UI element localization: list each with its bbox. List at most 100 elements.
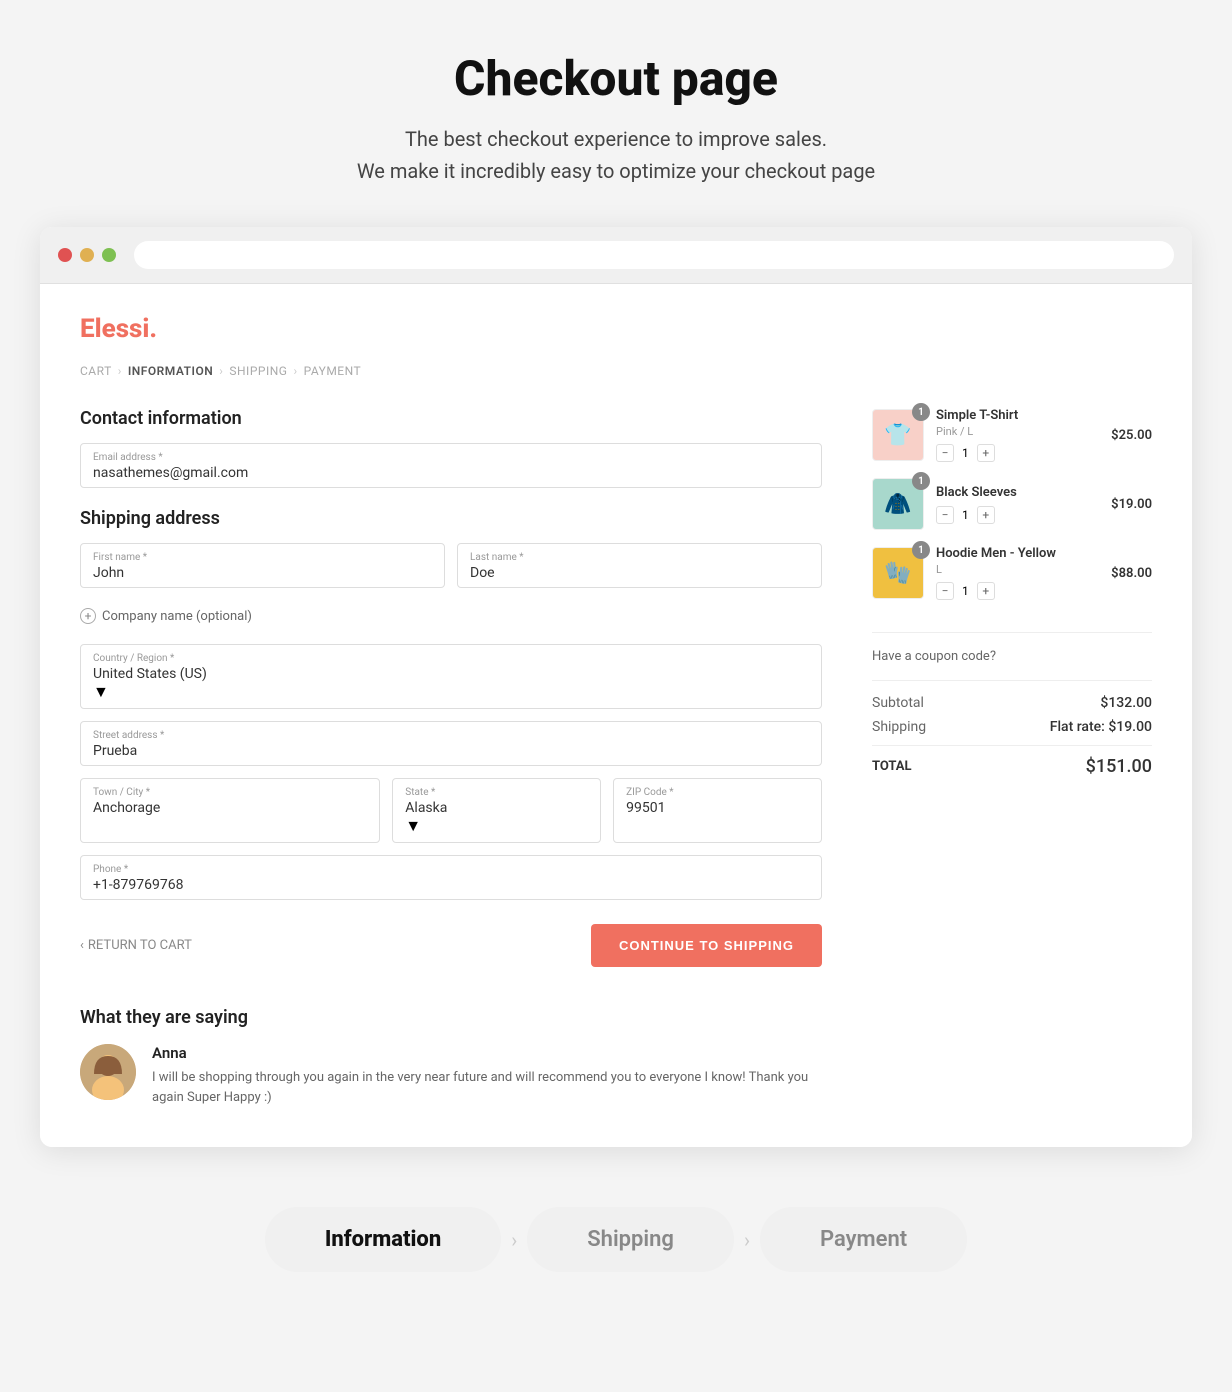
zip-wrapper[interactable]: ZIP Code * 99501 — [613, 778, 822, 843]
bottom-tabs: Information › Shipping › Payment — [40, 1187, 1192, 1292]
email-group: Email address * nasathemes@gmail.com — [80, 443, 822, 488]
grand-total-value: $151.00 — [1086, 756, 1152, 777]
zip-label: ZIP Code * — [626, 787, 809, 798]
breadcrumb-payment[interactable]: PAYMENT — [304, 364, 362, 378]
email-label: Email address * — [93, 452, 809, 463]
shipping-row: Shipping Flat rate: $19.00 — [872, 719, 1152, 735]
item-name-3: Hoodie Men - Yellow — [936, 546, 1099, 561]
subtotal-value: $132.00 — [1100, 695, 1152, 711]
state-arrow-icon: ▼ — [405, 816, 421, 835]
checkout-content: Elessi. CART › INFORMATION › SHIPPING › … — [40, 284, 1192, 1147]
avatar — [80, 1044, 136, 1100]
country-value[interactable]: United States (US) — [93, 666, 809, 682]
last-name-wrapper[interactable]: Last name * Doe — [457, 543, 822, 588]
item-details-2: Black Sleeves − 1 + — [936, 485, 1099, 524]
page-wrapper: Checkout page The best checkout experien… — [0, 0, 1232, 1332]
qty-value-1: 1 — [962, 446, 969, 460]
country-label: Country / Region * — [93, 653, 809, 664]
phone-group: Phone * +1-879769768 — [80, 855, 822, 900]
item-qty-ctrl-3: − 1 + — [936, 582, 1099, 600]
tab-information-label: Information — [325, 1227, 441, 1252]
phone-value[interactable]: +1-879769768 — [93, 877, 809, 893]
order-items: 👕 1 Simple T-Shirt Pink / L − 1 + — [872, 408, 1152, 633]
name-row: First name * John Last name * Doe — [80, 543, 822, 588]
country-arrow-icon: ▼ — [93, 682, 109, 701]
order-item-2: 🧥 1 Black Sleeves − 1 + — [872, 478, 1152, 530]
tab-payment[interactable]: Payment — [760, 1207, 967, 1272]
tab-information[interactable]: Information — [265, 1207, 501, 1272]
testimonial-title: What they are saying — [80, 1007, 822, 1028]
left-panel: Contact information Email address * nasa… — [80, 408, 822, 1107]
state-label: State * — [405, 787, 588, 798]
state-wrapper[interactable]: State * Alaska ▼ — [392, 778, 601, 843]
subtotal-row: Subtotal $132.00 — [872, 695, 1152, 711]
dot-yellow[interactable] — [80, 248, 94, 262]
country-wrapper[interactable]: Country / Region * United States (US) ▼ — [80, 644, 822, 709]
item-badge-1: 1 — [912, 403, 930, 421]
store-dot: . — [149, 314, 157, 344]
email-value[interactable]: nasathemes@gmail.com — [93, 465, 809, 481]
order-item-1: 👕 1 Simple T-Shirt Pink / L − 1 + — [872, 408, 1152, 462]
breadcrumb-sep-2: › — [219, 364, 223, 378]
breadcrumb-sep-1: › — [118, 364, 122, 378]
breadcrumb-information[interactable]: INFORMATION — [128, 364, 213, 378]
subtotal-label: Subtotal — [872, 695, 924, 711]
testimonial-quote: I will be shopping through you again in … — [152, 1068, 822, 1107]
last-name-value[interactable]: Doe — [470, 565, 809, 581]
street-value[interactable]: Prueba — [93, 743, 809, 759]
coupon-link[interactable]: Have a coupon code? — [872, 649, 1152, 664]
first-name-wrapper[interactable]: First name * John — [80, 543, 445, 588]
breadcrumb-shipping[interactable]: SHIPPING — [229, 364, 287, 378]
city-value[interactable]: Anchorage — [93, 800, 367, 816]
grand-total-row: TOTAL $151.00 — [872, 745, 1152, 777]
phone-label: Phone * — [93, 864, 809, 875]
browser-url-bar — [134, 241, 1174, 269]
breadcrumb-cart[interactable]: CART — [80, 364, 112, 378]
shipping-label: Shipping — [872, 719, 926, 735]
page-subtitle-2: We make it incredibly easy to optimize y… — [40, 155, 1192, 187]
qty-minus-3[interactable]: − — [936, 582, 954, 600]
breadcrumb: CART › INFORMATION › SHIPPING › PAYMENT — [80, 364, 1152, 378]
city-label: Town / City * — [93, 787, 367, 798]
first-name-label: First name * — [93, 552, 432, 563]
item-qty-ctrl-2: − 1 + — [936, 506, 1099, 524]
shipping-section-title: Shipping address — [80, 508, 822, 529]
form-actions: ‹ RETURN TO CART CONTINUE TO SHIPPING — [80, 924, 822, 967]
company-optional[interactable]: + Company name (optional) — [80, 600, 822, 632]
company-label: Company name (optional) — [102, 609, 252, 624]
page-title: Checkout page — [40, 50, 1192, 107]
email-input-wrapper[interactable]: Email address * nasathemes@gmail.com — [80, 443, 822, 488]
qty-plus-2[interactable]: + — [977, 506, 995, 524]
return-label: RETURN TO CART — [88, 938, 192, 953]
street-wrapper[interactable]: Street address * Prueba — [80, 721, 822, 766]
testimonial-author: Anna — [152, 1044, 822, 1062]
item-name-1: Simple T-Shirt — [936, 408, 1099, 423]
dot-green[interactable] — [102, 248, 116, 262]
dot-red[interactable] — [58, 248, 72, 262]
qty-plus-1[interactable]: + — [977, 444, 995, 462]
page-subtitle-1: The best checkout experience to improve … — [40, 123, 1192, 155]
zip-value[interactable]: 99501 — [626, 800, 809, 816]
tab-shipping[interactable]: Shipping — [527, 1207, 734, 1272]
city-wrapper[interactable]: Town / City * Anchorage — [80, 778, 380, 843]
item-image-wrap-3: 🧤 1 — [872, 547, 924, 599]
avatar-image — [80, 1044, 136, 1100]
item-variant-3: L — [936, 563, 1099, 576]
item-image-wrap-1: 👕 1 — [872, 409, 924, 461]
testimonial-section: What they are saying — [80, 1007, 822, 1107]
item-name-2: Black Sleeves — [936, 485, 1099, 500]
return-to-cart-link[interactable]: ‹ RETURN TO CART — [80, 938, 192, 953]
item-image-wrap-2: 🧥 1 — [872, 478, 924, 530]
state-value[interactable]: Alaska — [405, 800, 588, 816]
item-badge-3: 1 — [912, 541, 930, 559]
breadcrumb-sep-3: › — [293, 364, 297, 378]
order-totals: Subtotal $132.00 Shipping Flat rate: $19… — [872, 680, 1152, 777]
phone-wrapper[interactable]: Phone * +1-879769768 — [80, 855, 822, 900]
item-price-1: $25.00 — [1111, 428, 1152, 443]
first-name-value[interactable]: John — [93, 565, 432, 581]
qty-minus-1[interactable]: − — [936, 444, 954, 462]
qty-minus-2[interactable]: − — [936, 506, 954, 524]
qty-plus-3[interactable]: + — [977, 582, 995, 600]
continue-to-shipping-button[interactable]: CONTINUE TO SHIPPING — [591, 924, 822, 967]
testimonial-text-block: Anna I will be shopping through you agai… — [152, 1044, 822, 1107]
